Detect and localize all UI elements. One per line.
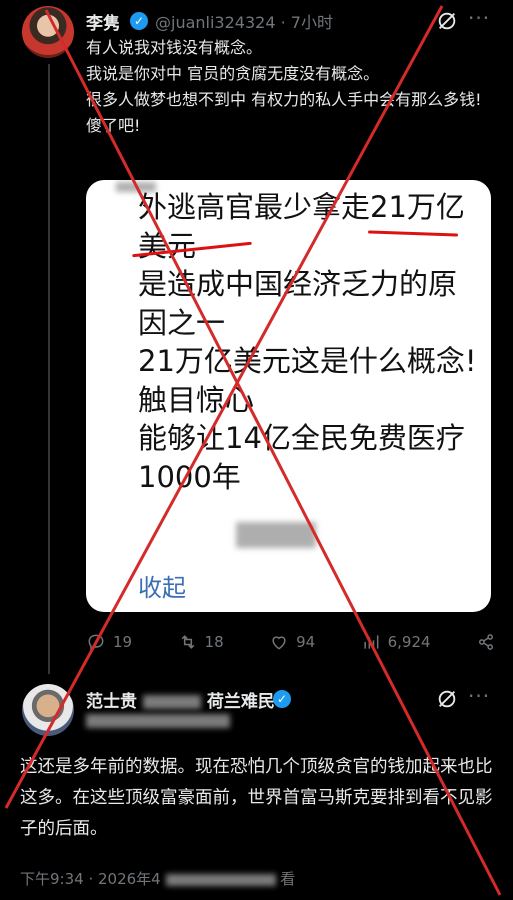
thread-connector-line (48, 64, 50, 674)
blurred-region (142, 695, 201, 709)
reply-author-name-suffix: 荷兰难民 (206, 692, 275, 712)
reply-author-avatar[interactable] (22, 684, 74, 736)
heart-icon (272, 636, 286, 650)
tweet-action-bar: 19 18 94 6,924 (86, 628, 496, 656)
reply-count: 19 (113, 633, 133, 651)
share-button[interactable] (476, 632, 496, 652)
grok-icon[interactable] (436, 688, 458, 710)
blurred-region (165, 873, 276, 886)
verified-badge-icon: ✓ (273, 690, 291, 708)
view-count: 6,924 (387, 633, 431, 651)
reply-body: 这还是多年前的数据。现在恐怕几个顶级贪官的钱加起来也比这多。在这些顶级富豪面前，… (20, 757, 493, 839)
tweet-body: 有人说我对钱没有概念。 我说是你对中 官员的贪腐无度没有概念。 很多人做梦也想不… (86, 38, 482, 135)
author-avatar[interactable] (22, 6, 74, 58)
collapse-link[interactable]: 收起 (138, 568, 186, 603)
reply-icon (88, 634, 104, 651)
blurred-region (236, 522, 316, 548)
retweet-button[interactable]: 18 (178, 632, 224, 652)
reply-timestamp[interactable]: 下午9:34 · 2026年4 看 (20, 868, 295, 889)
like-button[interactable]: 94 (269, 632, 315, 652)
more-options-icon[interactable]: ··· (468, 6, 490, 30)
views-button[interactable]: 6,924 (361, 632, 431, 652)
grok-icon[interactable] (436, 10, 458, 32)
retweet-count: 18 (204, 633, 224, 651)
views-chart-icon (364, 635, 379, 649)
views-suffix: 看 (280, 870, 296, 888)
author-handle[interactable]: @juanli324324 · 7小时 (155, 9, 333, 33)
verified-badge-icon: ✓ (130, 12, 148, 30)
attached-image-card[interactable]: 外逃高官最少拿走21万亿美元 是造成中国经济乏力的原因之一 21万亿美元这是什么… (86, 180, 491, 612)
like-count: 94 (296, 633, 316, 651)
author-name[interactable]: 李隽 (86, 9, 120, 34)
timestamp-text: 下午9:34 · 2026年4 (20, 870, 161, 888)
more-options-icon[interactable]: ··· (468, 684, 490, 708)
reply-button[interactable]: 19 (86, 632, 132, 652)
blurred-handle (86, 714, 230, 728)
reply-author-name[interactable]: 范士贵 荷兰难民 (86, 687, 275, 712)
share-icon (478, 634, 493, 650)
handle-text: @juanli324324 (155, 13, 276, 32)
reply-author-name-text: 范士贵 (86, 692, 137, 712)
post-time: · 7小时 (280, 13, 333, 32)
retweet-icon (181, 635, 194, 649)
